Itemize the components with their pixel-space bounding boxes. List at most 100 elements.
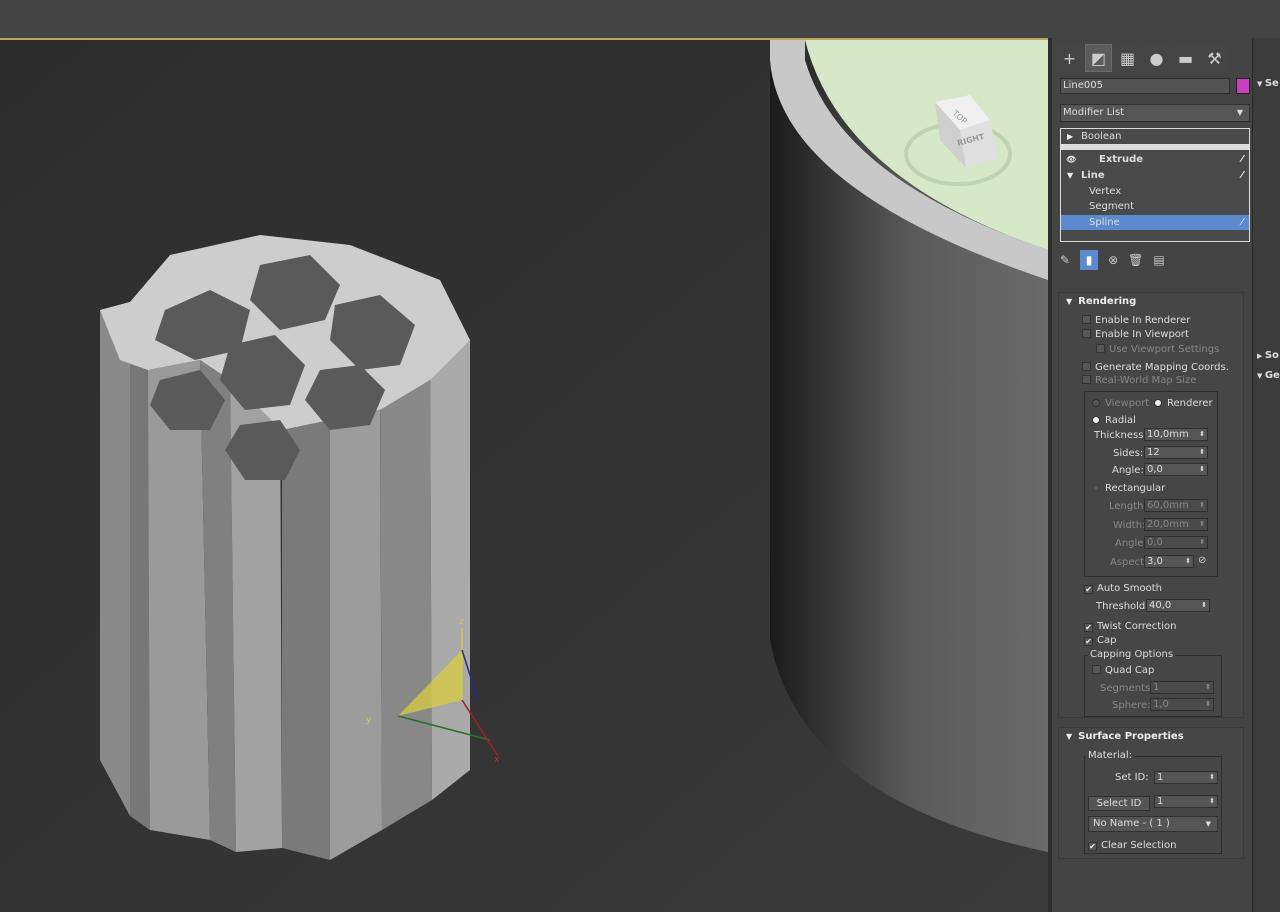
object-color-swatch[interactable] bbox=[1236, 78, 1250, 94]
chevron-down-icon: ▼ bbox=[1236, 108, 1243, 117]
enable-in-renderer-checkbox[interactable]: Enable In Renderer bbox=[1082, 315, 1190, 326]
length-spinner[interactable]: 60,0mm ⬍ bbox=[1144, 499, 1208, 512]
quad-cap-checkbox[interactable]: Quad Cap bbox=[1092, 665, 1154, 676]
rectangular-radio[interactable]: Rectangular bbox=[1092, 483, 1165, 494]
stack-item-label: Line bbox=[1081, 170, 1105, 181]
threshold-spinner[interactable]: 40,0 ⬍ bbox=[1146, 599, 1210, 612]
sphere-spinner[interactable]: 1,0 ⬍ bbox=[1150, 698, 1214, 711]
radio-label: Viewport bbox=[1105, 398, 1150, 409]
spinner-value: 1 bbox=[1153, 682, 1160, 693]
stack-item-line[interactable]: ▼ Line ⁄ bbox=[1061, 168, 1249, 183]
chevron-down-icon: ▼ bbox=[1067, 171, 1074, 180]
spinner-value: 0,0 bbox=[1147, 464, 1163, 475]
radial-radio[interactable]: Radial bbox=[1092, 415, 1136, 426]
checkbox-box bbox=[1096, 344, 1105, 353]
spinner-value: 12 bbox=[1147, 447, 1160, 458]
select-id-button[interactable]: Select ID bbox=[1088, 796, 1150, 811]
modify-tab[interactable]: ◩ bbox=[1085, 44, 1112, 72]
spinner-value: 20,0mm bbox=[1147, 519, 1189, 530]
perspective-viewport[interactable]: TOP RIGHT z y x bbox=[0, 38, 1048, 912]
radio-label: Radial bbox=[1105, 415, 1136, 426]
width-label: Width: bbox=[1113, 520, 1146, 531]
real-world-map-size-checkbox[interactable]: Real-World Map Size bbox=[1082, 375, 1196, 386]
width-spinner[interactable]: 20,0mm ⬍ bbox=[1144, 518, 1208, 531]
stack-item-extrude[interactable]: 👁 Extrude ⁄ bbox=[1061, 152, 1249, 167]
auto-smooth-checkbox[interactable]: ✔ Auto Smooth bbox=[1084, 583, 1162, 594]
clear-selection-checkbox[interactable]: ✔ Clear Selection bbox=[1088, 840, 1176, 851]
selection-rollout-stub[interactable]: ▼ Se bbox=[1257, 78, 1279, 89]
rendering-rollout-header[interactable]: ▼ Rendering bbox=[1066, 296, 1136, 307]
soft-selection-rollout-stub[interactable]: ▶ So bbox=[1257, 350, 1279, 361]
hierarchy-tab[interactable]: ▦ bbox=[1114, 44, 1141, 72]
stack-item-boolean[interactable]: ▶ Boolean bbox=[1061, 129, 1249, 144]
cap-checkbox[interactable]: ✔ Cap bbox=[1084, 635, 1116, 646]
renderer-radio[interactable]: Renderer bbox=[1154, 398, 1213, 409]
spinner-value: 40,0 bbox=[1149, 600, 1172, 611]
remove-modifier-icon[interactable]: 🗑 bbox=[1128, 253, 1143, 267]
pin-stack-icon[interactable]: ✎ bbox=[1060, 253, 1070, 267]
segments-label: Segments: bbox=[1100, 683, 1154, 694]
sides-spinner[interactable]: 12 ⬍ bbox=[1144, 446, 1208, 459]
stack-item-label: Vertex bbox=[1089, 186, 1122, 197]
create-tab[interactable]: + bbox=[1056, 44, 1083, 72]
material-label: Material: bbox=[1086, 750, 1134, 761]
show-end-result-icon[interactable]: ▮ bbox=[1080, 250, 1099, 270]
aspect-spinner[interactable]: 3,0 ⬍ bbox=[1144, 555, 1194, 568]
gizmo-x-label: x bbox=[494, 755, 500, 765]
angle2-spinner[interactable]: 0,0 ⬍ bbox=[1144, 536, 1208, 549]
surface-properties-header[interactable]: ▼ Surface Properties bbox=[1066, 731, 1184, 742]
modifier-list-dropdown[interactable]: Modifier List ▼ bbox=[1060, 104, 1250, 122]
set-id-spinner[interactable]: 1 ⬍ bbox=[1154, 771, 1218, 784]
angle-spinner[interactable]: 0,0 ⬍ bbox=[1144, 463, 1208, 476]
modifier-list-label: Modifier List bbox=[1063, 107, 1125, 118]
spinner-arrows-icon: ⬍ bbox=[1201, 601, 1207, 609]
checkbox-box bbox=[1082, 329, 1091, 338]
object-name-field[interactable]: Line005 bbox=[1060, 78, 1230, 94]
spinner-arrows-icon: ⬍ bbox=[1205, 700, 1211, 708]
configure-modifier-sets-icon[interactable]: ▤ bbox=[1153, 253, 1164, 267]
use-viewport-settings-checkbox[interactable]: Use Viewport Settings bbox=[1096, 344, 1219, 355]
checkbox-label: Real-World Map Size bbox=[1095, 375, 1197, 386]
checkbox-box bbox=[1082, 362, 1091, 371]
spinner-arrows-icon: ⬍ bbox=[1199, 520, 1205, 528]
spinner-arrows-icon: ⬍ bbox=[1209, 797, 1215, 805]
stack-item-vertex[interactable]: Vertex bbox=[1061, 184, 1249, 199]
sphere-label: Sphere: bbox=[1112, 700, 1151, 711]
checkbox-label: Generate Mapping Coords. bbox=[1095, 362, 1229, 373]
checkbox-label: Quad Cap bbox=[1105, 665, 1155, 676]
honeycomb-model[interactable] bbox=[100, 235, 470, 860]
motion-tab[interactable]: ● bbox=[1143, 44, 1170, 72]
material-name-dropdown[interactable]: No Name - ( 1 ) ▼ bbox=[1088, 816, 1218, 832]
twist-correction-checkbox[interactable]: ✔ Twist Correction bbox=[1084, 621, 1176, 632]
checkbox-box bbox=[1082, 315, 1091, 324]
viewport-radio[interactable]: Viewport bbox=[1092, 398, 1149, 409]
radio-dot bbox=[1092, 399, 1100, 407]
modifier-stack[interactable]: ▶ Boolean 👁 Extrude ⁄ ▼ Line ⁄ Vertex Se… bbox=[1060, 128, 1250, 242]
spinner-arrows-icon: ⬍ bbox=[1199, 465, 1205, 473]
lock-aspect-icon[interactable]: ⊘ bbox=[1198, 555, 1206, 566]
generate-mapping-coords-checkbox[interactable]: Generate Mapping Coords. bbox=[1082, 362, 1229, 373]
segments-spinner[interactable]: 1 ⬍ bbox=[1150, 681, 1214, 694]
select-id-spinner[interactable]: 1 ⬍ bbox=[1154, 795, 1218, 808]
thickness-spinner[interactable]: 10,0mm ⬍ bbox=[1144, 428, 1208, 441]
utilities-tab[interactable]: ⚒ bbox=[1201, 44, 1228, 72]
checkbox-box: ✔ bbox=[1084, 585, 1093, 594]
geometry-rollout-stub[interactable]: ▼ Ge bbox=[1257, 370, 1280, 381]
rollout-stub-label: Se bbox=[1264, 78, 1279, 89]
checkbox-label: Clear Selection bbox=[1101, 840, 1177, 851]
stack-item-spline[interactable]: Spline ⁄ bbox=[1061, 215, 1249, 230]
stack-item-segment[interactable]: Segment bbox=[1061, 199, 1249, 214]
display-tab[interactable]: ▬ bbox=[1172, 44, 1199, 72]
spinner-value: 60,0mm bbox=[1147, 500, 1189, 511]
rollout-title: Surface Properties bbox=[1078, 731, 1184, 742]
eye-icon[interactable]: 👁 bbox=[1066, 152, 1076, 167]
threshold-label: Threshold: bbox=[1096, 601, 1149, 612]
scene-render: TOP RIGHT z y x bbox=[0, 40, 1048, 912]
make-unique-icon[interactable]: ⊗ bbox=[1108, 253, 1118, 267]
spinner-value: 1 bbox=[1157, 772, 1164, 783]
aspect-label: Aspect: bbox=[1110, 557, 1148, 568]
thickness-label: Thickness: bbox=[1094, 430, 1147, 441]
spinner-arrows-icon: ⬍ bbox=[1199, 501, 1205, 509]
pin-icon: ⁄ bbox=[1241, 217, 1243, 228]
enable-in-viewport-checkbox[interactable]: Enable In Viewport bbox=[1082, 329, 1189, 340]
